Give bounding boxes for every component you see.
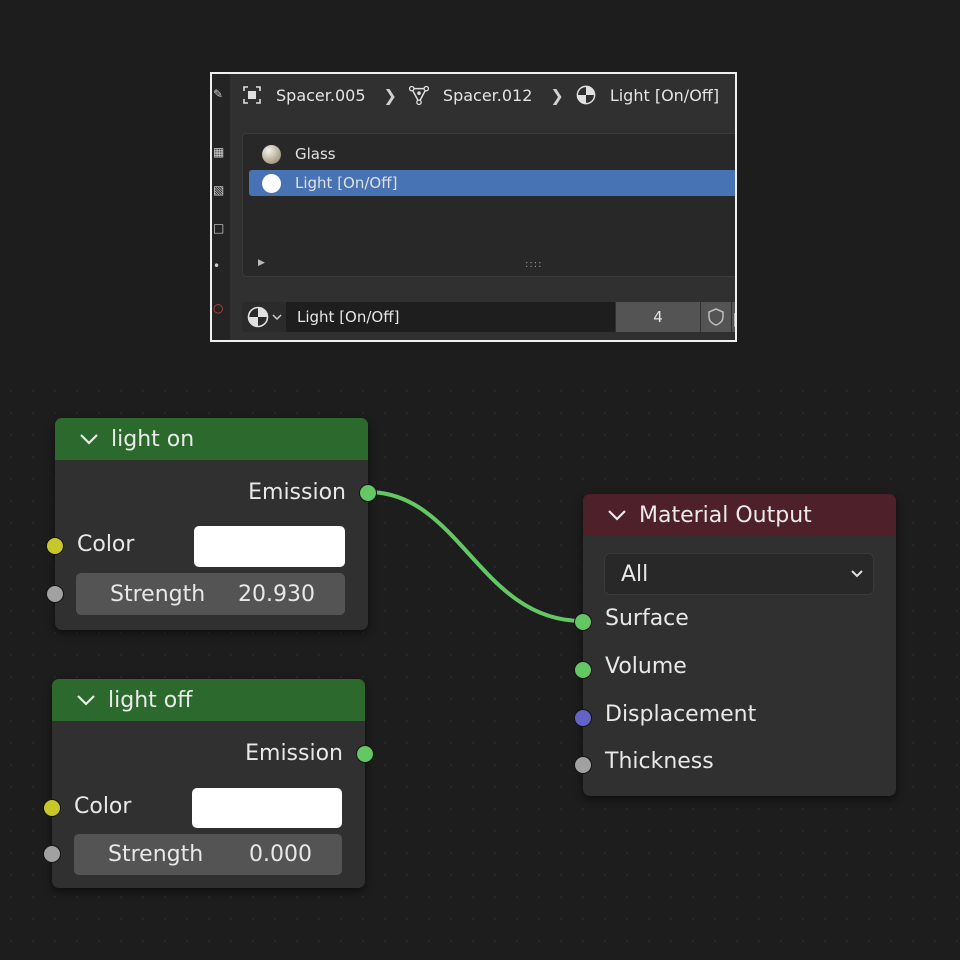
collapse-chevron-icon[interactable] xyxy=(77,427,101,451)
surface-input-label: Surface xyxy=(605,606,689,631)
emission-output-socket[interactable] xyxy=(359,484,377,502)
strength-input-socket[interactable] xyxy=(43,845,61,863)
color-swatch[interactable] xyxy=(194,526,345,567)
strength-label: Strength xyxy=(108,842,204,867)
thickness-input-label: Thickness xyxy=(605,749,714,774)
strength-value: 20.930 xyxy=(238,581,315,607)
emission-node-light-on[interactable]: light on Emission Color Strength 20.930 xyxy=(46,418,377,630)
collapse-chevron-icon[interactable] xyxy=(605,503,629,527)
color-input-socket[interactable] xyxy=(46,537,64,555)
strength-value: 0.000 xyxy=(249,842,312,867)
collapse-chevron-icon[interactable] xyxy=(74,688,98,712)
strength-label: Strength xyxy=(110,581,206,607)
emission-to-surface-link[interactable] xyxy=(367,490,583,623)
emission-output-label: Emission xyxy=(248,480,346,505)
strength-field[interactable]: Strength 0.000 xyxy=(74,834,342,875)
color-swatch[interactable] xyxy=(192,788,342,828)
strength-field[interactable]: Strength 20.930 xyxy=(76,573,345,615)
color-input-label: Color xyxy=(77,532,135,557)
thickness-input-socket[interactable] xyxy=(574,756,592,774)
color-input-socket[interactable] xyxy=(43,799,61,817)
emission-node-light-off[interactable]: light off Emission Color Strength 0.000 xyxy=(43,679,374,888)
node-header[interactable]: light on xyxy=(55,418,368,460)
emission-output-socket[interactable] xyxy=(356,745,374,763)
chevron-down-icon xyxy=(851,570,863,578)
node-title: light off xyxy=(108,687,193,713)
target-value: All xyxy=(621,561,649,587)
node-header[interactable]: light off xyxy=(52,679,365,721)
node-title: light on xyxy=(111,426,195,452)
strength-input-socket[interactable] xyxy=(46,585,64,603)
displacement-input-socket[interactable] xyxy=(574,709,592,727)
material-output-node[interactable]: Material Output All Surface Volume Displ… xyxy=(574,494,896,796)
emission-output-label: Emission xyxy=(245,741,343,766)
displacement-input-label: Displacement xyxy=(605,702,757,727)
surface-input-socket[interactable] xyxy=(574,613,592,631)
volume-input-label: Volume xyxy=(605,654,687,679)
color-input-label: Color xyxy=(74,794,132,819)
node-title: Material Output xyxy=(639,502,812,528)
target-dropdown[interactable]: All xyxy=(604,553,874,595)
volume-input-socket[interactable] xyxy=(574,661,592,679)
node-header[interactable]: Material Output xyxy=(583,494,896,536)
